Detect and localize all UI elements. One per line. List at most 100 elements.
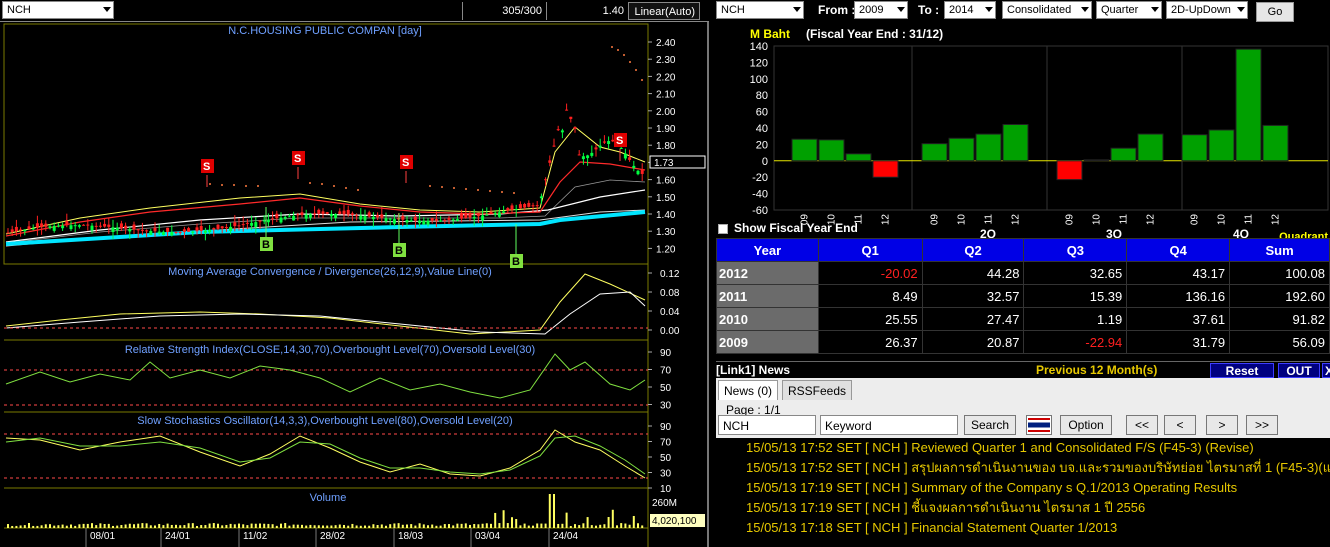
news-item[interactable]: 15/05/13 17:19 SET [ NCH ] Summary of th… [716, 478, 1330, 498]
option-button[interactable]: Option [1060, 415, 1112, 435]
candle-body [619, 148, 623, 150]
date-tick: 08/01 [90, 531, 115, 542]
volume-bar [128, 523, 131, 528]
volume-max-label: 260M [652, 498, 677, 509]
price-indicator-chart[interactable]: N.C.HOUSING PUBLIC COMPAN [day] Moving A… [0, 22, 709, 547]
quarterly-earnings-chart[interactable]: M Baht (Fiscal Year End : 31/12) 1401201… [712, 24, 1330, 240]
candle-body [481, 215, 485, 221]
candle-body [623, 153, 627, 159]
keyword-input[interactable]: Keyword [820, 415, 958, 435]
candle-body [27, 226, 31, 229]
volume-bar [292, 524, 295, 528]
candle-body [497, 212, 501, 217]
search-button[interactable]: Search [964, 415, 1016, 435]
show-fiscal-year-checkbox[interactable]: Show Fiscal Year End [718, 221, 918, 237]
candle-body [325, 212, 329, 214]
volume-bar [263, 523, 266, 528]
candle-body [237, 225, 241, 227]
out-button[interactable]: OUT [1278, 363, 1320, 378]
volume-bar [32, 525, 35, 528]
earnings-x-tick: 10 [1092, 214, 1103, 226]
volume-bar [229, 523, 232, 528]
volume-bar [628, 524, 631, 528]
volume-bar [170, 524, 173, 528]
earnings-y-tick: 60 [756, 107, 768, 119]
candle-body [388, 218, 392, 220]
volume-bar [95, 525, 98, 528]
close-icon[interactable]: X [1322, 363, 1330, 378]
reset-button[interactable]: Reset [1210, 363, 1274, 378]
volume-bar [338, 524, 341, 528]
candle-body [82, 224, 86, 226]
volume-bar [141, 523, 144, 528]
volume-bar [326, 525, 329, 528]
volume-bar [112, 525, 114, 528]
candle-body [422, 220, 426, 225]
indicator-tick: 50 [660, 383, 672, 394]
go-button[interactable]: Go [1256, 2, 1294, 22]
consolidation-select[interactable]: Consolidated [1002, 1, 1092, 19]
language-flag-icon[interactable] [1026, 415, 1052, 435]
tab-news[interactable]: News (0) [718, 380, 779, 400]
candle-body [124, 225, 128, 229]
to-year-select[interactable]: 2014 [944, 1, 996, 19]
earnings-y-tick: 100 [750, 74, 768, 86]
candle-body [279, 217, 283, 223]
volume-bar [414, 525, 417, 528]
from-year-select[interactable]: 2009 [854, 1, 908, 19]
volume-bar [443, 524, 446, 528]
candle-body [6, 232, 10, 234]
next-page-button[interactable]: > [1206, 415, 1238, 435]
volume-bar [120, 525, 123, 528]
volume-bar [494, 512, 497, 528]
candle-body [271, 218, 275, 220]
volume-bar [595, 525, 597, 528]
news-item[interactable]: 15/05/13 17:19 SET [ NCH ] ชี้แจงผลการดำ… [716, 498, 1330, 518]
previous-page-button[interactable]: < [1164, 415, 1196, 435]
candle-body [489, 211, 493, 214]
chart-mode-select[interactable]: 2D-UpDown [1166, 1, 1248, 19]
volume-bar [632, 515, 635, 528]
fin-symbol-select[interactable]: NCH [716, 1, 804, 19]
candle-body [128, 229, 132, 232]
volume-bar [91, 523, 93, 528]
candle-body [363, 216, 367, 221]
cell-year: 2012 [716, 261, 819, 285]
news-item[interactable]: 15/05/13 17:52 SET [ NCH ] สรุปผลการดำเน… [716, 458, 1330, 478]
candle-body [560, 130, 564, 133]
price-tick: 1.30 [656, 227, 676, 238]
period-select[interactable]: Quarter [1096, 1, 1162, 19]
candle-body [119, 223, 123, 229]
symbol-select[interactable]: NCH [2, 1, 114, 19]
candle-body [602, 141, 606, 143]
news-item[interactable]: 15/05/13 17:18 SET [ NCH ] Financial Sta… [716, 518, 1330, 538]
candle-body [216, 224, 220, 229]
volume-bar [149, 525, 152, 528]
news-item[interactable]: 15/05/13 17:52 SET [ NCH ] Reviewed Quar… [716, 438, 1330, 458]
earnings-table: Year Q1 Q2 Q3 Q4 Sum 2012 -20.02 44.28 32.6… [716, 238, 1330, 354]
volume-bar [175, 524, 177, 528]
volume-bar [557, 523, 560, 528]
to-year-value: 2014 [949, 4, 974, 16]
candle-body [590, 152, 594, 156]
news-symbol-field[interactable]: NCH [718, 415, 816, 435]
candle-body [115, 227, 119, 231]
earnings-bar [872, 160, 899, 178]
earnings-y-tick: 80 [756, 90, 768, 102]
price-tick: 1.20 [656, 244, 676, 255]
last-page-button[interactable]: >> [1246, 415, 1278, 435]
volume-bar [204, 525, 207, 528]
volume-bar [473, 524, 476, 528]
tab-rss-feeds[interactable]: RSSFeeds [782, 380, 853, 400]
earnings-y-tick: 20 [756, 139, 768, 151]
candle-body [203, 230, 207, 233]
first-page-button[interactable]: << [1126, 415, 1158, 435]
candle-body [493, 213, 497, 215]
stoch-title: Slow Stochastics Oscillator(14,3,3),Over… [137, 415, 512, 427]
cell-sum: 192.60 [1229, 284, 1330, 308]
consolidation-value: Consolidated [1007, 4, 1072, 16]
volume-bar [351, 523, 354, 528]
chevron-down-icon [897, 7, 905, 12]
scale-type[interactable]: Linear(Auto) [628, 2, 700, 20]
volume-bar [179, 525, 182, 528]
